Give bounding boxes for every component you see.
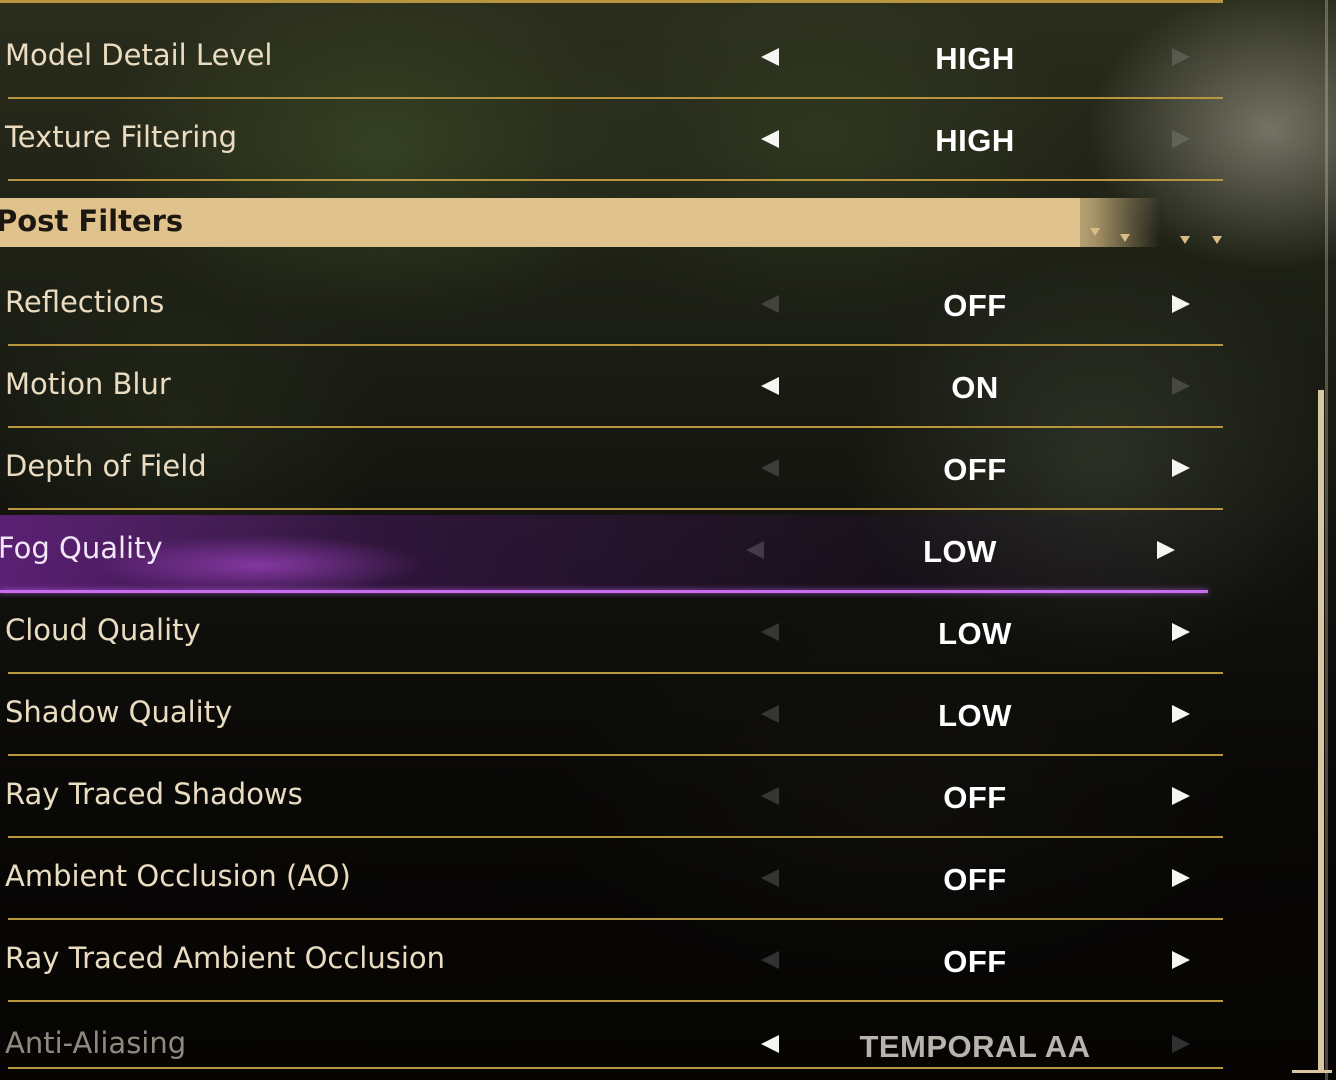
row-divider xyxy=(8,1067,1223,1069)
setting-value: HIGH xyxy=(935,41,1015,76)
setting-row-cloud-quality[interactable]: Cloud Quality LOW xyxy=(0,592,1223,674)
section-header-brush-fade xyxy=(1040,198,1160,247)
setting-label: Motion Blur xyxy=(5,367,171,401)
scrollbar-thumb[interactable] xyxy=(1318,390,1324,1070)
setting-row-ambient-occlusion[interactable]: Ambient Occlusion (AO) OFF xyxy=(0,838,1223,920)
setting-value: OFF xyxy=(943,780,1007,815)
setting-row-motion-blur[interactable]: Motion Blur ON xyxy=(0,346,1223,428)
arrow-right-icon[interactable] xyxy=(1172,787,1190,805)
setting-value: OFF xyxy=(943,944,1007,979)
arrow-right-icon[interactable] xyxy=(1172,130,1190,148)
setting-label: Ray Traced Ambient Occlusion xyxy=(5,941,446,975)
setting-row-depth-of-field[interactable]: Depth of Field OFF xyxy=(0,428,1223,510)
setting-row-model-detail-level[interactable]: Model Detail Level HIGH xyxy=(0,17,1223,99)
setting-row-anti-aliasing[interactable]: Anti-Aliasing TEMPORAL AA xyxy=(0,993,1223,1075)
arrow-right-icon[interactable] xyxy=(1172,459,1190,477)
setting-row-shadow-quality[interactable]: Shadow Quality LOW xyxy=(0,674,1223,756)
setting-label: Depth of Field xyxy=(5,449,207,483)
section-header-post-filters: Post Filters xyxy=(0,198,1223,247)
arrow-right-icon[interactable] xyxy=(1172,951,1190,969)
setting-row-ray-traced-shadows[interactable]: Ray Traced Shadows OFF xyxy=(0,756,1223,838)
setting-label: Shadow Quality xyxy=(5,695,233,729)
brush-speck-icon xyxy=(1120,234,1130,242)
top-divider xyxy=(0,0,1223,3)
setting-label: Texture Filtering xyxy=(5,120,238,154)
setting-label: Reflections xyxy=(5,285,165,319)
arrow-right-icon[interactable] xyxy=(1172,869,1190,887)
setting-row-ray-traced-ambient-occlusion[interactable]: Ray Traced Ambient Occlusion OFF xyxy=(0,920,1223,1002)
brush-speck-icon xyxy=(1090,228,1100,236)
setting-label: Anti-Aliasing xyxy=(5,1026,187,1060)
setting-row-reflections[interactable]: Reflections OFF xyxy=(0,264,1223,346)
scrollbar-end-cap xyxy=(1292,1070,1332,1073)
setting-value: HIGH xyxy=(935,123,1015,158)
setting-value: LOW xyxy=(938,616,1012,651)
setting-label: Model Detail Level xyxy=(5,38,273,72)
scrollbar-track[interactable] xyxy=(1325,0,1328,1080)
arrow-right-icon[interactable] xyxy=(1172,48,1190,66)
setting-row-texture-filtering[interactable]: Texture Filtering HIGH xyxy=(0,99,1223,181)
setting-value: LOW xyxy=(923,534,997,569)
arrow-right-icon[interactable] xyxy=(1172,377,1190,395)
section-title: Post Filters xyxy=(0,204,184,238)
setting-label: Fog Quality xyxy=(0,531,163,565)
arrow-right-icon[interactable] xyxy=(1172,623,1190,641)
setting-label: Ray Traced Shadows xyxy=(5,777,303,811)
setting-value: LOW xyxy=(938,698,1012,733)
brush-speck-icon xyxy=(1212,236,1222,244)
setting-value: ON xyxy=(951,370,999,405)
arrow-right-icon[interactable] xyxy=(1172,705,1190,723)
arrow-right-icon[interactable] xyxy=(1157,541,1175,559)
setting-value: OFF xyxy=(943,862,1007,897)
setting-value: OFF xyxy=(943,452,1007,487)
arrow-right-icon[interactable] xyxy=(1172,295,1190,313)
setting-value: OFF xyxy=(943,288,1007,323)
setting-row-fog-quality[interactable]: Fog Quality LOW xyxy=(0,510,1290,593)
brush-speck-icon xyxy=(1180,236,1190,244)
arrow-right-icon[interactable] xyxy=(1172,1035,1190,1053)
setting-label: Cloud Quality xyxy=(5,613,201,647)
row-divider xyxy=(8,179,1223,181)
setting-value: TEMPORAL AA xyxy=(859,1029,1091,1064)
setting-label: Ambient Occlusion (AO) xyxy=(5,859,351,893)
